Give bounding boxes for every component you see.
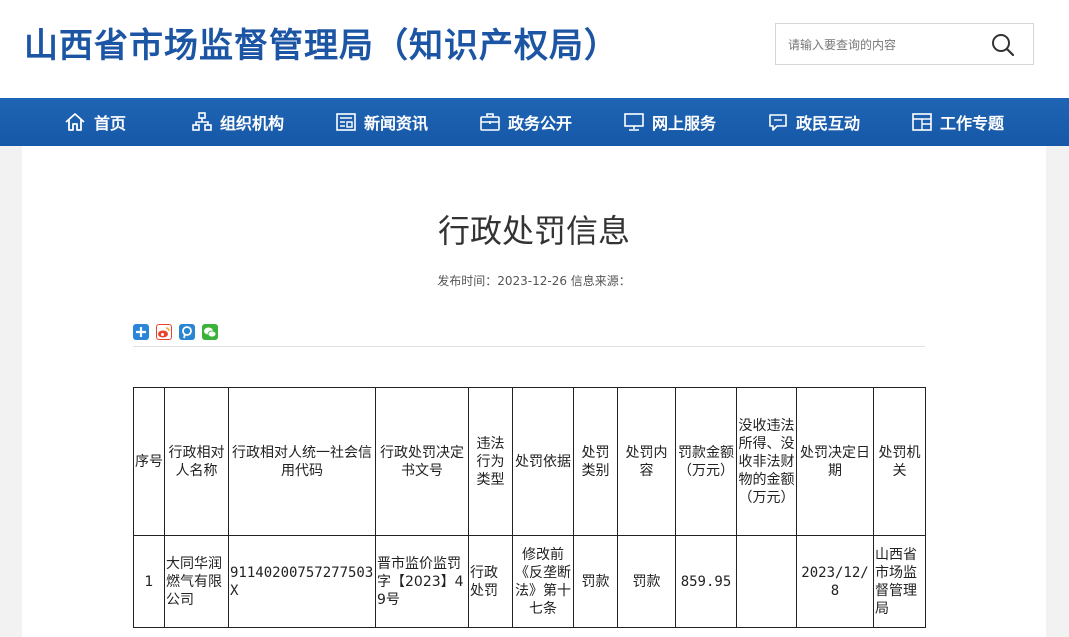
table-header-cell: 没收违法所得、没收非法财物的金额（万元） (736, 387, 797, 536)
table-header-cell: 处罚依据 (512, 387, 574, 536)
site-header: 山西省市场监督管理局（知识产权局） (0, 0, 1069, 98)
table-header-cell: 行政相对人统一社会信用代码 (228, 387, 376, 536)
table-header-row: 序号 行政相对人名称 行政相对人统一社会信用代码 行政处罚决定书文号 违法行为类… (133, 387, 926, 536)
table-cell: 1 (133, 535, 165, 628)
table-header-cell: 处罚决定日期 (796, 387, 874, 536)
nav-label: 政务公开 (508, 114, 573, 133)
table-cell: 2023/12/8 (796, 535, 874, 628)
table-cell: 罚款 (617, 535, 676, 628)
table-header-cell: 处罚内容 (617, 387, 676, 536)
table-cell: 修改前《反垄断法》第十七条 (512, 535, 574, 628)
table-header-cell: 罚款金额（万元） (675, 387, 737, 536)
table-cell (736, 535, 797, 628)
article-meta: 发布时间：2023-12-26 信息来源： (437, 274, 631, 288)
nav-item-home[interactable]: 首页 (64, 98, 126, 146)
briefcase-icon (480, 113, 500, 131)
topic-icon (912, 113, 932, 131)
home-icon (65, 113, 85, 131)
table-header-cell: 处罚机关 (873, 387, 926, 536)
tencent-icon[interactable] (179, 324, 195, 340)
share-more-icon[interactable] (133, 324, 149, 340)
divider (133, 346, 925, 347)
main-nav: 首页 组织机构 新闻资讯 政务公开 网上服务 政民互动 工作专题 (0, 98, 1069, 146)
article-title: 行政处罚信息 (437, 212, 630, 250)
nav-item-special-topics[interactable]: 工作专题 (912, 98, 1004, 146)
share-bar (133, 324, 218, 340)
table-header-cell: 处罚类别 (573, 387, 618, 536)
wechat-icon[interactable] (202, 324, 218, 340)
site-title[interactable]: 山西省市场监督管理局（知识产权局） (24, 18, 619, 67)
weibo-icon[interactable] (156, 324, 172, 340)
penalty-table: 序号 行政相对人名称 行政相对人统一社会信用代码 行政处罚决定书文号 违法行为类… (133, 387, 926, 628)
table-cell: 91140200757277503X (228, 535, 376, 628)
table-header-cell: 行政相对人名称 (164, 387, 229, 536)
nav-item-interaction[interactable]: 政民互动 (768, 98, 860, 146)
nav-item-government-affairs[interactable]: 政务公开 (480, 98, 572, 146)
chat-icon (769, 114, 787, 131)
nav-label: 组织机构 (220, 114, 285, 133)
nav-label: 新闻资讯 (364, 114, 429, 133)
nav-label: 工作专题 (940, 114, 1005, 133)
table-cell: 晋市监价监罚字【2023】49号 (375, 535, 469, 628)
monitor-icon (624, 113, 644, 131)
table-header-cell: 行政处罚决定书文号 (375, 387, 469, 536)
table-cell: 行政处罚 (468, 535, 513, 628)
table-cell: 大同华润燃气有限公司 (164, 535, 229, 628)
search-icon (992, 34, 1015, 57)
search-box (775, 23, 1034, 65)
nav-label: 首页 (94, 114, 127, 133)
org-chart-icon (192, 112, 212, 131)
table-header-cell: 序号 (133, 387, 165, 536)
article-panel: 行政处罚信息 发布时间：2023-12-26 信息来源： 序号 行政相对人名称 … (22, 146, 1046, 637)
table-row: 1 大同华润燃气有限公司 91140200757277503X 晋市监价监罚字【… (133, 535, 926, 628)
search-input[interactable] (788, 36, 988, 54)
nav-item-organization[interactable]: 组织机构 (192, 98, 284, 146)
news-icon (336, 113, 356, 131)
search-button[interactable] (990, 32, 1016, 58)
table-header-cell: 违法行为类型 (468, 387, 513, 536)
table-cell: 罚款 (573, 535, 618, 628)
nav-label: 政民互动 (796, 114, 861, 133)
nav-item-news[interactable]: 新闻资讯 (336, 98, 428, 146)
nav-label: 网上服务 (652, 114, 717, 133)
table-cell: 859.95 (675, 535, 737, 628)
nav-item-online-service[interactable]: 网上服务 (624, 98, 716, 146)
table-cell: 山西省市场监督管理局 (873, 535, 926, 628)
